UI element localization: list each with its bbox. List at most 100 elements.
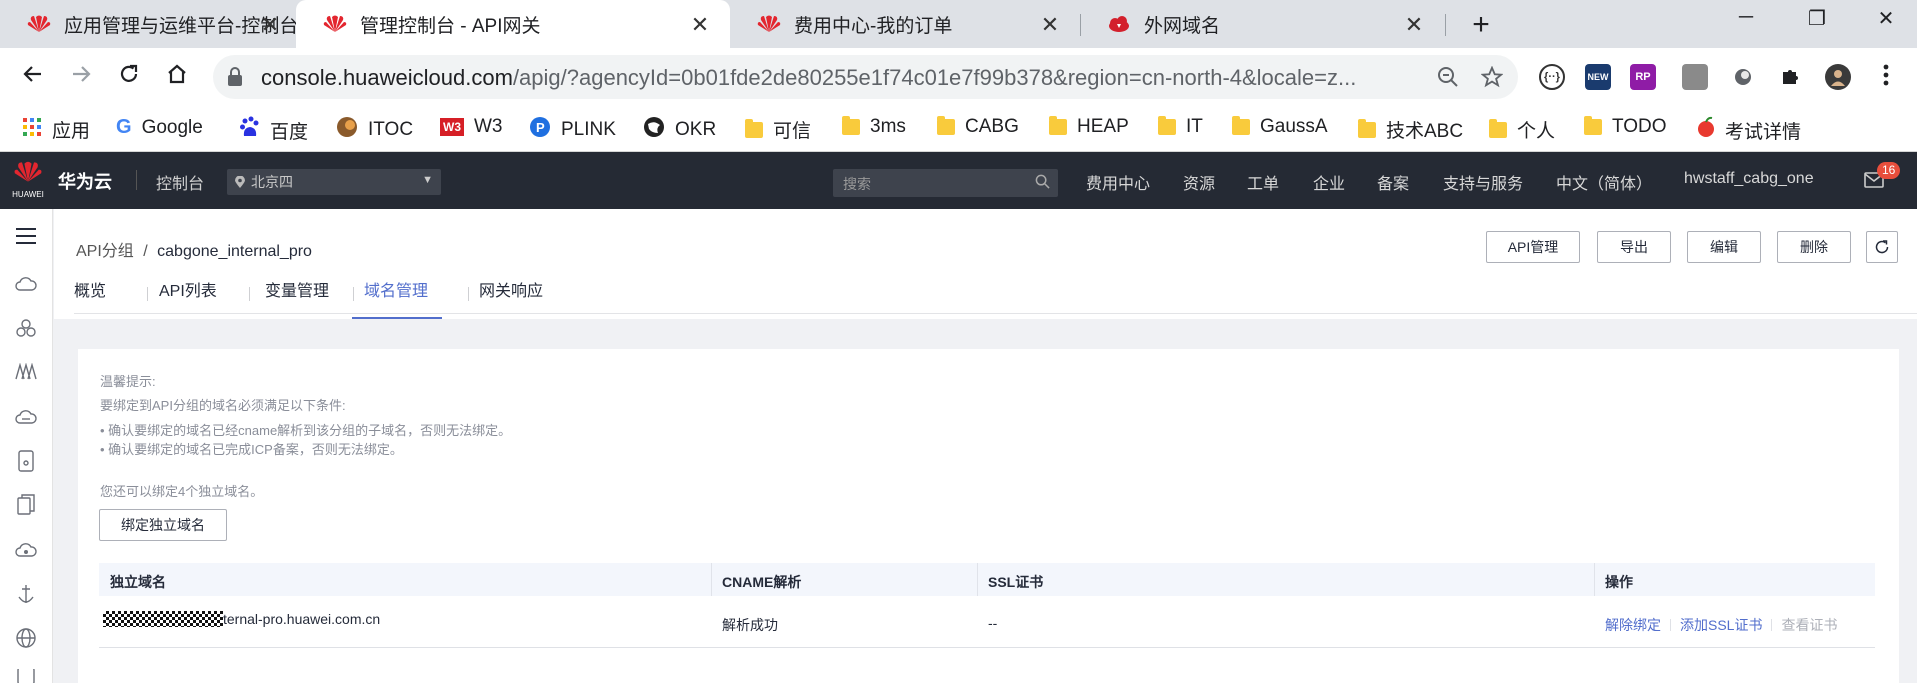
new-tab-button[interactable]: + — [1466, 8, 1496, 42]
browser-tab-2[interactable]: 管理控制台 - API网关 ✕ — [296, 0, 730, 48]
device-icon[interactable] — [13, 448, 39, 474]
bookmark-itoc[interactable]: ITOC — [336, 116, 413, 144]
close-tab-icon[interactable]: ✕ — [688, 12, 712, 38]
cloud-service-icon[interactable] — [13, 271, 39, 297]
restore-window-button[interactable]: ❐ — [1797, 6, 1837, 31]
address-bar[interactable]: console.huaweicloud.com/apig/?agencyId=0… — [213, 55, 1518, 99]
more-service-icon[interactable] — [13, 669, 39, 683]
edit-button[interactable]: 编辑 — [1687, 231, 1761, 263]
notification-badge: 16 — [1877, 162, 1901, 179]
bookmark-folder-3ms[interactable]: 3ms — [842, 116, 906, 138]
tip-icp-condition: • 确认要绑定的域名已完成ICP备案，否则无法绑定。 — [100, 442, 403, 457]
bookmark-baidu[interactable]: 百度 — [240, 116, 308, 144]
back-button[interactable] — [16, 60, 50, 94]
nav-enterprise[interactable]: 企业 — [1313, 170, 1345, 194]
search-placeholder: 搜索 — [843, 176, 871, 192]
forward-button[interactable] — [64, 60, 98, 94]
tip-requirement: 要绑定到API分组的域名必须满足以下条件: — [100, 398, 346, 413]
op-divider — [1670, 619, 1671, 631]
home-icon — [168, 64, 186, 84]
browser-menu-icon[interactable] — [1869, 60, 1903, 94]
close-tab-icon[interactable]: ✕ — [1038, 12, 1062, 38]
search-icon[interactable] — [1035, 174, 1050, 192]
brand-name[interactable]: 华为云 — [58, 168, 112, 194]
close-tab-icon[interactable]: ✕ — [1402, 12, 1426, 38]
tab-divider — [468, 287, 469, 301]
bookmark-google[interactable]: G Google — [116, 116, 203, 139]
code-extension-icon[interactable]: {··} — [1539, 64, 1565, 90]
column-divider — [711, 563, 712, 596]
bookmark-folder-it[interactable]: IT — [1158, 116, 1203, 138]
bookmark-folder-gaussa[interactable]: GaussA — [1232, 116, 1328, 138]
nav-resources[interactable]: 资源 — [1183, 170, 1215, 194]
tip-title: 温馨提示: — [100, 374, 156, 389]
new-extension-icon[interactable]: NEW — [1585, 64, 1611, 90]
cluster-icon[interactable] — [13, 315, 39, 341]
copy-doc-icon[interactable] — [13, 492, 39, 518]
console-search-input[interactable]: 搜索 — [833, 169, 1058, 197]
bookmark-folder-cabg[interactable]: CABG — [937, 116, 1019, 138]
browser-tab-4[interactable]: 外网域名 ✕ — [1080, 0, 1444, 48]
home-button[interactable] — [160, 60, 194, 94]
huawei-logo-icon — [756, 13, 782, 35]
cloud-sync-icon[interactable] — [13, 537, 39, 563]
bookmark-folder-abc[interactable]: 技术ABC — [1358, 116, 1463, 143]
menu-icon[interactable] — [13, 223, 39, 249]
puzzle-extension-icon[interactable] — [1777, 64, 1803, 90]
table-row: ternal-pro.huawei.com.cn 解析成功 -- 解除绑定 添加S… — [99, 596, 1875, 648]
bridge-icon[interactable] — [13, 359, 39, 385]
anchor-icon[interactable] — [13, 581, 39, 607]
nav-language[interactable]: 中文（简体） — [1556, 170, 1652, 194]
bookmark-folder-personal[interactable]: 个人 — [1489, 116, 1555, 143]
refresh-button[interactable] — [1866, 231, 1898, 263]
bookmark-okr[interactable]: OKR — [643, 116, 716, 144]
pdf-extension-icon[interactable] — [1682, 64, 1708, 90]
column-header-ssl: SSL证书 — [988, 574, 1044, 590]
huawei-logo-icon — [26, 13, 52, 35]
bookmark-w3[interactable]: W3 W3 — [440, 116, 503, 138]
circle-extension-icon[interactable] — [1730, 64, 1756, 90]
table-header: 独立域名 CNAME解析 SSL证书 操作 — [99, 563, 1875, 596]
bookmark-folder-kexin[interactable]: 可信 — [745, 116, 811, 143]
close-tab-icon[interactable]: ✕ — [258, 12, 282, 38]
browser-tab-strip: 应用管理与运维平台-控制台 ✕ 管理控制台 - API网关 ✕ 费用中心-我的订… — [0, 0, 1917, 48]
bookmark-plink[interactable]: P PLINK — [529, 116, 616, 144]
bookmark-star-icon[interactable] — [1480, 65, 1504, 94]
bookmark-apps[interactable]: 应用 — [22, 116, 90, 143]
nav-billing[interactable]: 费用中心 — [1086, 170, 1150, 194]
browser-toolbar: console.huaweicloud.com/apig/?agencyId=0… — [0, 48, 1917, 106]
column-header-operation: 操作 — [1605, 574, 1633, 590]
bind-domain-button[interactable]: 绑定独立域名 — [99, 509, 227, 541]
close-window-button[interactable]: ✕ — [1866, 6, 1906, 31]
tab-title: 费用中心-我的订单 — [794, 15, 953, 37]
export-button[interactable]: 导出 — [1597, 231, 1671, 263]
cloud-storage-icon[interactable] — [13, 404, 39, 430]
globe-icon[interactable] — [13, 625, 39, 651]
folder-icon — [1358, 118, 1376, 138]
lock-icon — [227, 67, 243, 92]
region-selector[interactable]: 北京四 ▼ — [227, 169, 441, 195]
zoom-icon[interactable] — [1437, 66, 1459, 94]
minimize-window-button[interactable]: ─ — [1726, 6, 1766, 29]
domain-cell: ternal-pro.huawei.com.cn — [103, 611, 380, 627]
unbind-link[interactable]: 解除绑定 — [1605, 617, 1661, 633]
nav-support[interactable]: 支持与服务 — [1443, 170, 1523, 194]
huawei-logo[interactable]: HUAWEI — [12, 160, 44, 199]
breadcrumb-parent[interactable]: API分组 — [76, 243, 134, 260]
rp-extension-icon[interactable]: RP — [1630, 64, 1656, 90]
delete-button[interactable]: 删除 — [1777, 231, 1851, 263]
bookmark-exam[interactable]: 考试详情 — [1697, 116, 1801, 144]
add-ssl-link[interactable]: 添加SSL证书 — [1680, 617, 1762, 633]
browser-tab-1[interactable]: 应用管理与运维平台-控制台 ✕ — [0, 0, 300, 48]
folder-icon — [937, 116, 955, 135]
reload-button[interactable] — [112, 60, 146, 94]
nav-filing[interactable]: 备案 — [1377, 170, 1409, 194]
bookmark-folder-todo[interactable]: TODO — [1584, 116, 1667, 138]
bookmark-folder-heap[interactable]: HEAP — [1049, 116, 1129, 138]
console-link[interactable]: 控制台 — [156, 170, 204, 194]
profile-avatar-icon[interactable] — [1825, 64, 1851, 90]
api-manage-button[interactable]: API管理 — [1486, 231, 1580, 263]
nav-tickets[interactable]: 工单 — [1247, 170, 1279, 194]
nav-username[interactable]: hwstaff_cabg_one — [1684, 170, 1814, 188]
browser-tab-3[interactable]: 费用中心-我的订单 ✕ — [730, 0, 1080, 48]
